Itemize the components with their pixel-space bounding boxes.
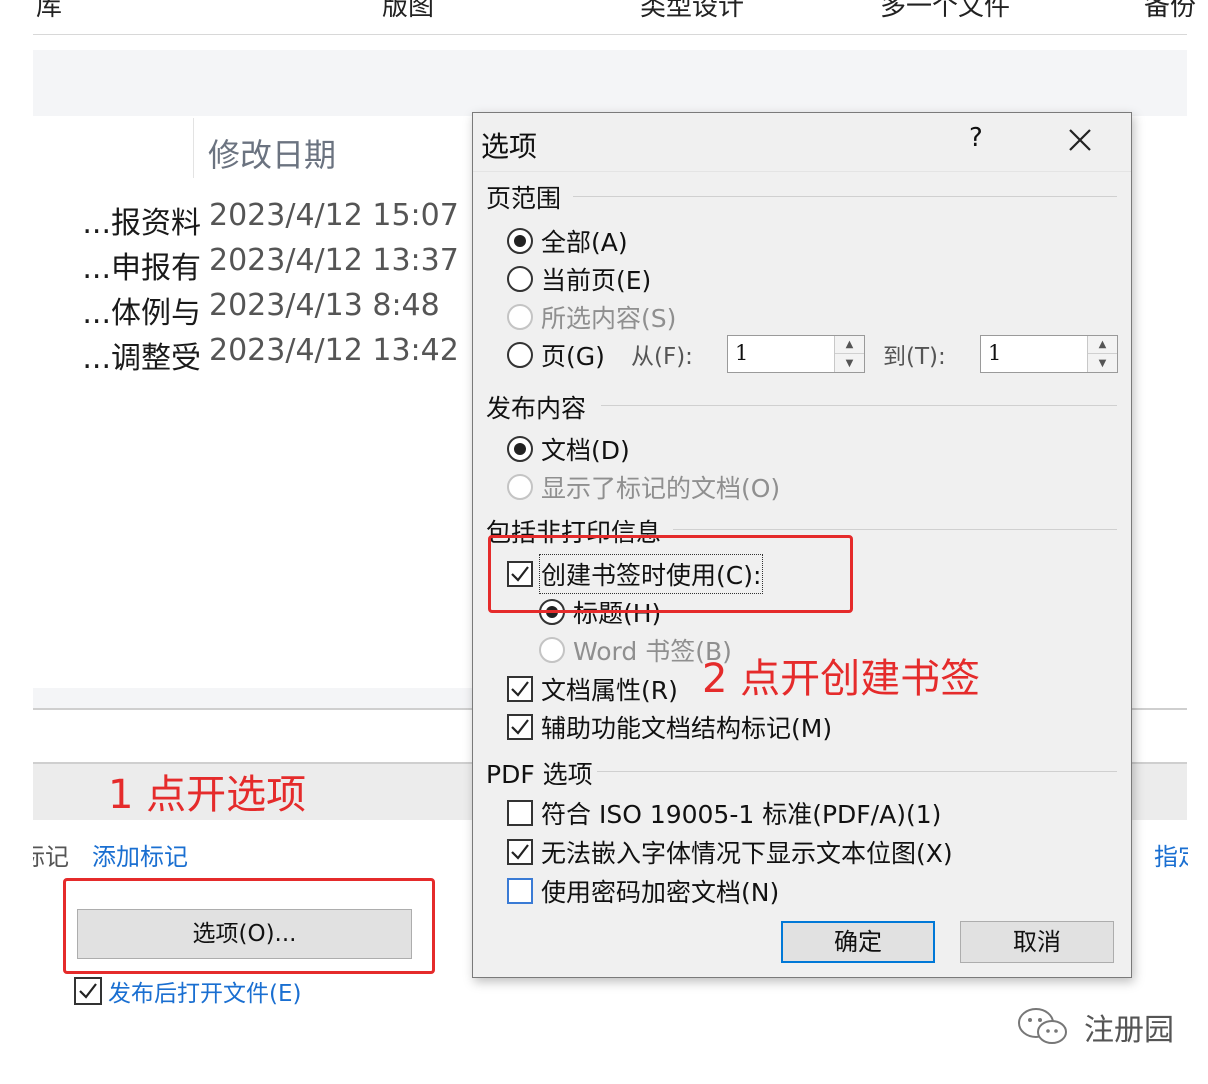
highlight-options-button — [63, 878, 435, 974]
group-title-page-range: 页范围 — [486, 184, 562, 213]
to-label: 到(T): — [883, 344, 946, 370]
file-name: 报资料... — [82, 206, 201, 241]
radio-label: 当前页(E) — [541, 266, 652, 295]
radio-empty-icon — [507, 342, 533, 368]
toolbar-fragment: 备份 — [1144, 0, 1197, 22]
radio-disabled-icon — [507, 304, 533, 330]
radio-pages[interactable]: 页(G) — [507, 337, 605, 373]
group-divider — [601, 405, 1117, 406]
file-row[interactable]: 调整受... 2023/4/12 13:42 — [33, 333, 473, 378]
annotation-step-1: 1 点开选项 — [108, 772, 307, 818]
help-icon[interactable]: ? — [969, 123, 983, 153]
watermark-text: 注册园 — [1084, 1013, 1174, 1048]
spinner-arrows[interactable]: ▲ ▼ — [1087, 336, 1117, 372]
column-header-modified-date[interactable]: 修改日期 — [208, 130, 336, 176]
toolbar-band — [33, 50, 1187, 116]
checkbox-label: 符合 ISO 19005-1 标准(PDF/A)(1) — [541, 800, 942, 829]
radio-current-page[interactable]: 当前页(E) — [507, 261, 651, 297]
toolbar-fragment: 多一个文件 — [880, 0, 1011, 22]
file-list: 报资料... 2023/4/12 15:07 申报有... 2023/4/12 … — [33, 198, 473, 378]
toolbar-fragment: 类型设计 — [640, 0, 745, 22]
radio-label: 全部(A) — [541, 228, 628, 257]
checkbox-empty-icon — [507, 800, 533, 826]
checkbox-checked-icon — [74, 977, 102, 1005]
checkbox-label: 文档属性(R) — [541, 676, 678, 705]
spin-up-icon[interactable]: ▲ — [835, 336, 864, 354]
open-after-publish-label: 发布后打开文件(E) — [108, 981, 302, 1007]
top-toolbar-strip: 库 版图 类型设计 多一个文件 备份 — [0, 0, 1208, 22]
radio-selected-icon — [507, 228, 533, 254]
file-date: 2023/4/12 15:07 — [209, 198, 459, 233]
checkbox-bitmap-text[interactable]: 无法嵌入字体情况下显示文本位图(X) — [507, 834, 953, 870]
group-divider — [597, 771, 1117, 772]
close-icon[interactable] — [1065, 125, 1095, 155]
group-title-pdf-options: PDF 选项 — [486, 760, 593, 789]
divider — [473, 171, 1131, 172]
radio-label: 所选内容(S) — [541, 304, 677, 333]
checkbox-label: 无法嵌入字体情况下显示文本位图(X) — [541, 839, 953, 868]
file-row[interactable]: 体例与... 2023/4/13 8:48 — [33, 288, 473, 333]
file-name: 体例与... — [82, 296, 201, 331]
radio-empty-icon — [507, 266, 533, 292]
checkbox-encrypt[interactable]: 使用密码加密文档(N) — [507, 873, 779, 909]
open-after-publish-checkbox[interactable]: 发布后打开文件(E) — [74, 974, 301, 1008]
radio-disabled-icon — [507, 474, 533, 500]
wechat-icon — [1018, 1008, 1067, 1044]
file-name: 申报有... — [82, 251, 201, 286]
checkbox-checked-icon — [507, 714, 533, 740]
highlight-create-bookmarks — [488, 535, 853, 613]
file-date: 2023/4/13 8:48 — [209, 288, 440, 323]
spinner-arrows[interactable]: ▲ ▼ — [834, 336, 864, 372]
file-date: 2023/4/12 13:37 — [209, 243, 459, 278]
toolbar-fragment: 版图 — [382, 0, 435, 22]
file-name: 调整受... — [82, 341, 201, 376]
radio-label: 显示了标记的文档(O) — [541, 474, 781, 503]
tags-label: 标记: — [33, 843, 69, 871]
file-row[interactable]: 报资料... 2023/4/12 15:07 — [33, 198, 473, 243]
radio-all-pages[interactable]: 全部(A) — [507, 223, 628, 259]
checkbox-accessibility-tags[interactable]: 辅助功能文档结构标记(M) — [507, 709, 832, 745]
divider — [33, 34, 1187, 35]
group-title-publish-content: 发布内容 — [486, 394, 587, 423]
spin-up-icon[interactable]: ▲ — [1088, 336, 1117, 354]
checkbox-label: 辅助功能文档结构标记(M) — [541, 714, 833, 743]
watermark: 注册园 — [1014, 1004, 1174, 1050]
annotation-step-2: 2 点开创建书签 — [702, 656, 981, 702]
add-tag-link[interactable]: 添加标记 — [92, 837, 188, 872]
checkbox-checked-icon — [507, 839, 533, 865]
from-page-value: 1 — [735, 341, 749, 365]
ok-button[interactable]: 确定 — [781, 921, 935, 963]
spin-down-icon[interactable]: ▼ — [835, 354, 864, 372]
divider — [1130, 708, 1187, 710]
checkbox-label: 使用密码加密文档(N) — [541, 878, 780, 907]
radio-document-with-markup: 显示了标记的文档(O) — [507, 469, 780, 505]
dialog-title: 选项 — [481, 130, 538, 163]
checkbox-checked-icon — [507, 676, 533, 702]
radio-selection: 所选内容(S) — [507, 299, 676, 335]
toolbar-fragment: 库 — [36, 0, 63, 22]
column-separator — [193, 118, 194, 178]
specify-link[interactable]: 指定 — [1154, 837, 1188, 872]
from-label: 从(F): — [631, 344, 693, 370]
checkbox-iso-compliant[interactable]: 符合 ISO 19005-1 标准(PDF/A)(1) — [507, 795, 941, 831]
cancel-button[interactable]: 取消 — [960, 921, 1114, 963]
radio-label: 文档(D) — [541, 436, 630, 465]
group-divider — [573, 196, 1117, 197]
spin-down-icon[interactable]: ▼ — [1088, 354, 1117, 372]
radio-label: 页(G) — [541, 342, 605, 371]
file-date: 2023/4/12 13:42 — [209, 333, 459, 368]
checkbox-empty-icon — [507, 878, 533, 904]
radio-selected-icon — [507, 436, 533, 462]
radio-disabled-icon — [539, 637, 565, 663]
from-page-spinner[interactable]: 1 ▲ ▼ — [727, 335, 865, 373]
radio-document[interactable]: 文档(D) — [507, 431, 630, 467]
to-page-spinner[interactable]: 1 ▲ ▼ — [980, 335, 1118, 373]
checkbox-document-properties[interactable]: 文档属性(R) — [507, 671, 678, 707]
divider — [33, 708, 473, 710]
details-band — [1130, 762, 1187, 820]
to-page-value: 1 — [988, 341, 1002, 365]
group-divider — [673, 529, 1117, 530]
list-footer-fill — [33, 688, 473, 708]
file-row[interactable]: 申报有... 2023/4/12 13:37 — [33, 243, 473, 288]
